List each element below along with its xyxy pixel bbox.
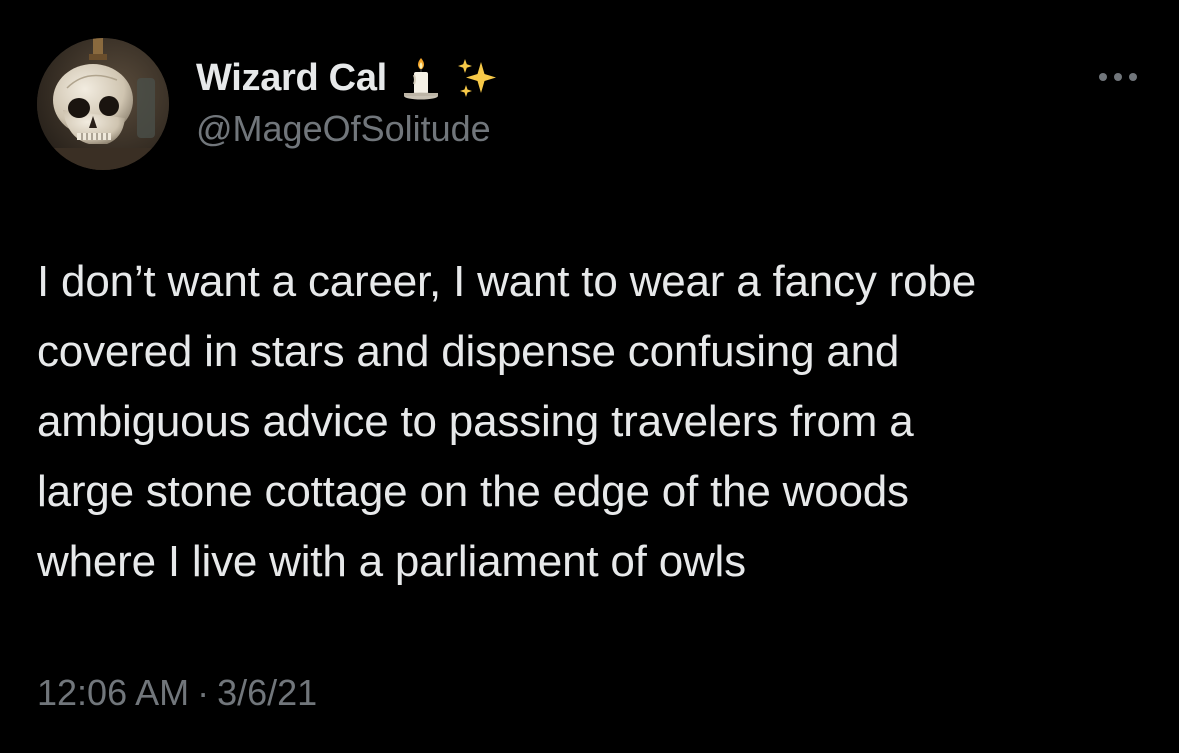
tweet-text-line: large stone cottage on the edge of the w…	[37, 467, 909, 516]
tweet-text-line: ambiguous advice to passing travelers fr…	[37, 397, 914, 446]
sparkles-icon	[455, 56, 499, 100]
user-handle[interactable]: @MageOfSolitude	[196, 108, 491, 150]
ellipsis-icon	[1099, 73, 1137, 81]
author-name-row[interactable]: Wizard Cal	[196, 52, 499, 104]
tweet-time[interactable]: 12:06 AM	[37, 672, 189, 713]
display-name[interactable]: Wizard Cal	[196, 57, 387, 100]
skull-avatar-image	[37, 38, 169, 170]
tweet-date[interactable]: 3/6/21	[217, 672, 317, 713]
tweet-text-line: I don’t want a career, I want to wear a …	[37, 257, 976, 306]
more-options-button[interactable]	[1090, 62, 1146, 92]
tweet-text-line: covered in stars and dispense confusing …	[37, 327, 900, 376]
candle-icon	[401, 56, 441, 100]
tweet-card: Wizard Cal @MageOfSolitude I don’t want …	[0, 0, 1179, 753]
tweet-text: I don’t want a career, I want to wear a …	[37, 247, 1157, 597]
tweet-timestamp[interactable]: 12:06 AM · 3/6/21	[37, 672, 317, 714]
tweet-text-line: where I live with a parliament of owls	[37, 537, 746, 586]
timestamp-separator: ·	[197, 672, 210, 713]
avatar[interactable]	[37, 38, 169, 170]
